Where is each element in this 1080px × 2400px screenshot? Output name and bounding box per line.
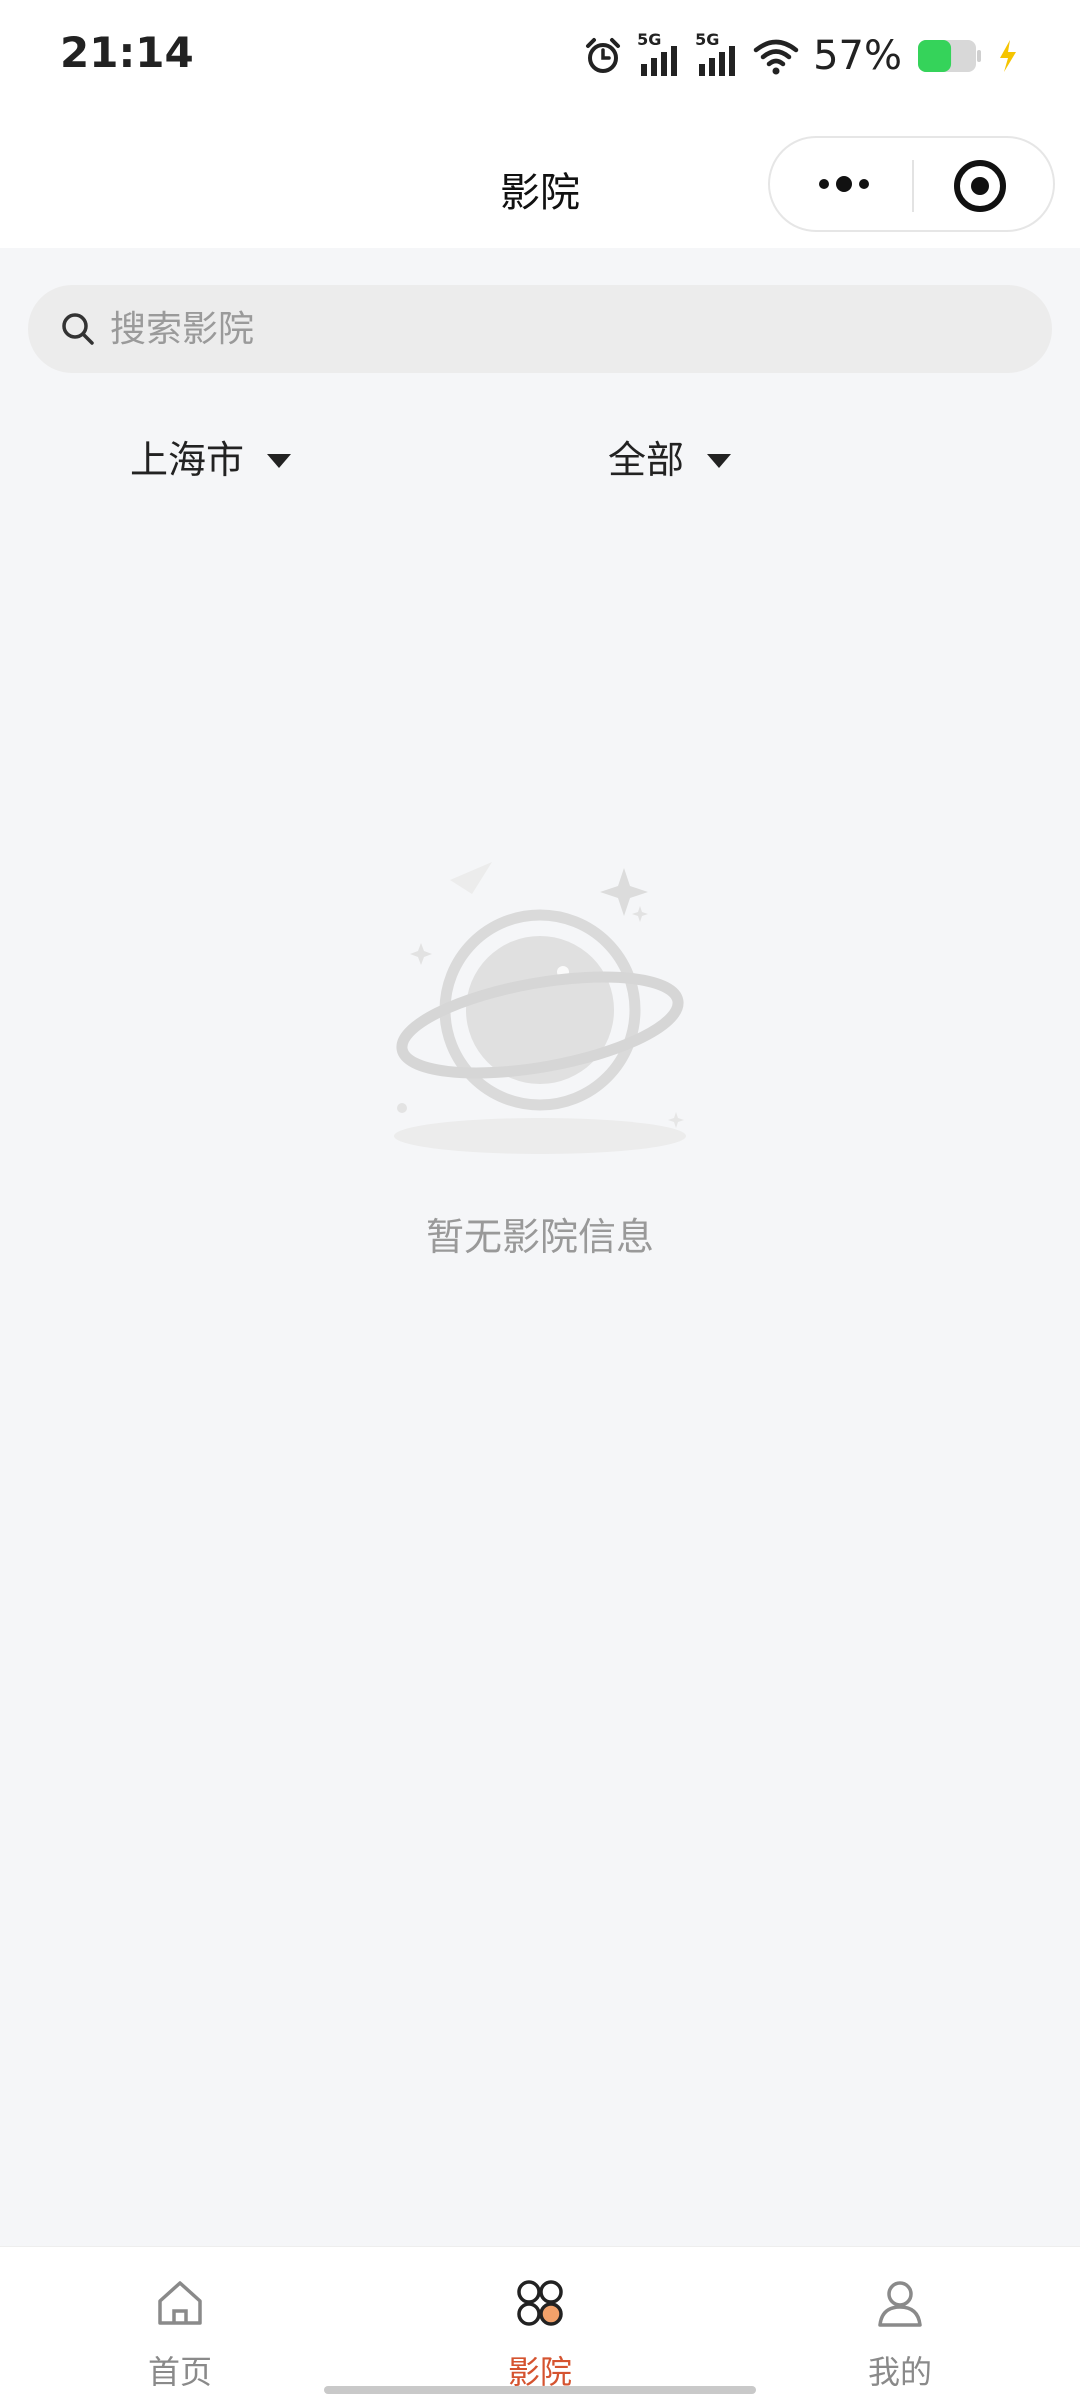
home-icon: [154, 2277, 206, 2333]
close-button[interactable]: [952, 158, 1008, 214]
search-input[interactable]: [110, 285, 1010, 373]
tab-label: 首页: [147, 2353, 212, 2391]
nav-bar: 影院: [0, 118, 1080, 248]
signal-icon: 5G: [637, 30, 681, 78]
mini-program-capsule: [768, 136, 1055, 232]
person-icon: [874, 2277, 926, 2333]
alarm-icon: [583, 36, 623, 76]
status-icons: 5G 5G 57%: [583, 26, 1020, 86]
search-icon: [60, 311, 96, 351]
battery-percent: 57%: [813, 33, 902, 79]
more-dots-icon: [814, 174, 874, 198]
caret-down-icon: [706, 434, 732, 478]
city-filter[interactable]: 上海市: [130, 428, 292, 484]
wifi-icon: [753, 36, 799, 76]
type-filter-label: 全部: [608, 437, 685, 482]
status-bar: 21:14 5G 5G 57%: [0, 0, 1080, 118]
signal-icon: 5G: [695, 30, 739, 78]
empty-message: 暂无影院信息: [425, 1215, 654, 1259]
type-filter[interactable]: 全部: [608, 428, 732, 484]
search-bar: [28, 285, 1052, 373]
caret-down-icon: [266, 434, 292, 478]
status-time: 21:14: [60, 28, 194, 77]
planet-icon: [388, 860, 692, 1164]
tab-bar: 首页 影院 我的: [0, 2246, 1080, 2400]
target-close-icon: [952, 160, 1008, 218]
tab-cinema[interactable]: 影院: [440, 2277, 640, 2391]
tab-mine[interactable]: 我的: [800, 2277, 1000, 2391]
charging-icon: [996, 38, 1020, 74]
more-button[interactable]: [804, 162, 884, 210]
tab-home[interactable]: 首页: [80, 2277, 280, 2391]
cinema-grid-icon: [514, 2277, 566, 2333]
battery-icon: [916, 36, 982, 76]
tab-label: 我的: [867, 2353, 932, 2391]
city-filter-label: 上海市: [130, 437, 245, 482]
home-indicator: [324, 2386, 756, 2394]
capsule-divider: [912, 160, 914, 212]
